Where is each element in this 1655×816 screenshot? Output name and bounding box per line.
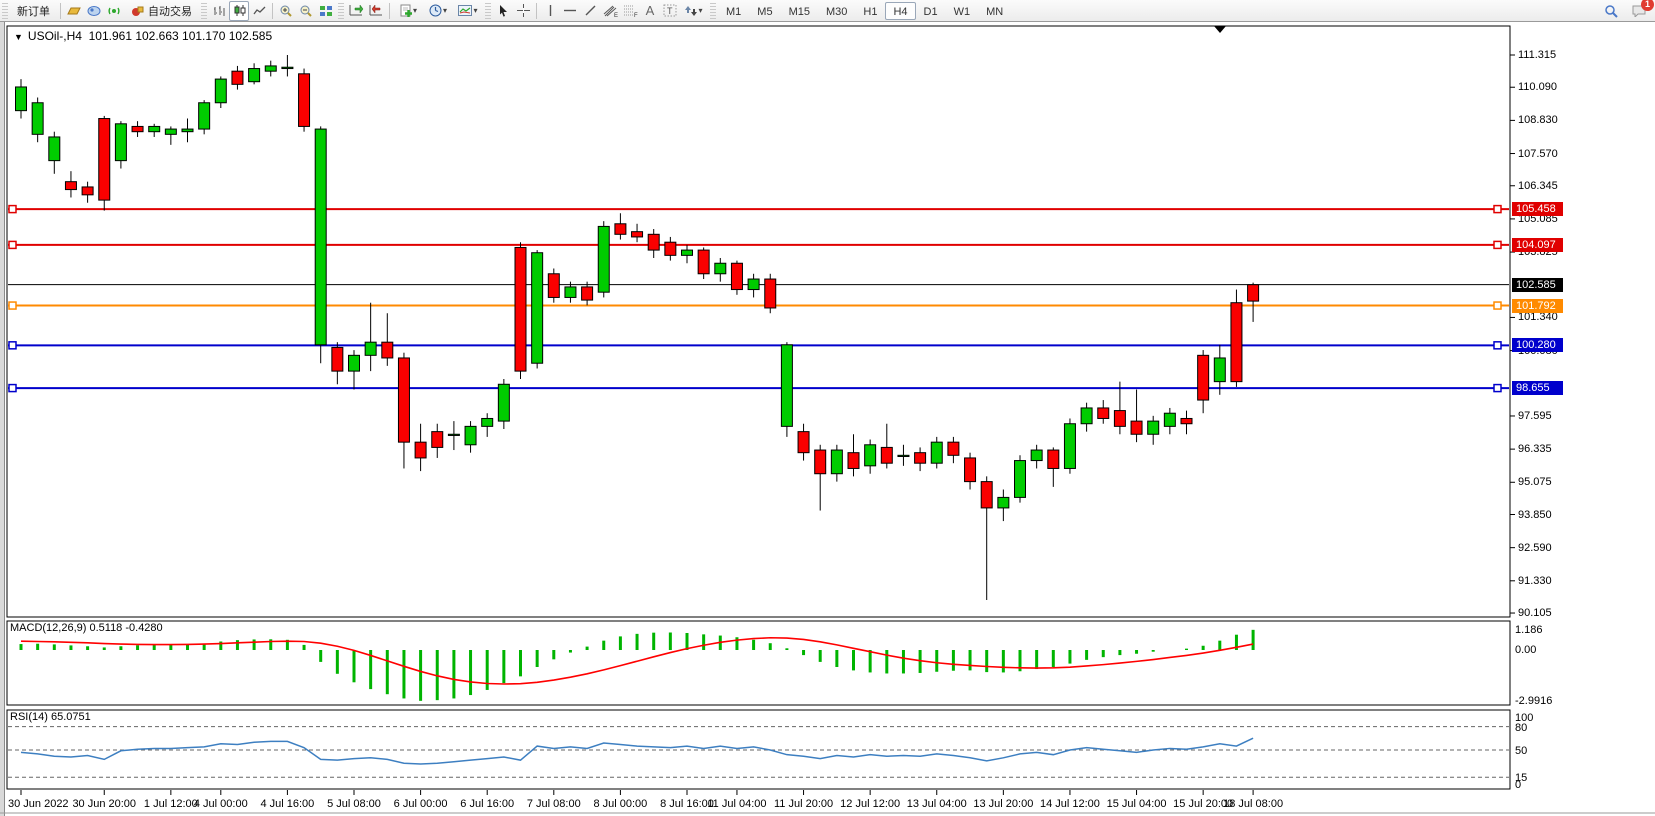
trading-terminal-window: 新订单 自动交易 <box>0 0 1655 816</box>
price-tag: 102.585 <box>1512 278 1563 292</box>
time-tick-label: 7 Jul 08:00 <box>527 798 581 810</box>
time-tick-label: 8 Jul 16:00 <box>660 798 714 810</box>
price-tick-label: 106.345 <box>1518 180 1578 192</box>
chevron-down-icon[interactable]: ▼ <box>14 32 23 42</box>
price-tick-label: 110.090 <box>1518 81 1578 93</box>
chart-symbol-title[interactable]: ▼ USOil-,H4 101.961 102.663 101.170 102.5… <box>14 29 272 43</box>
time-tick-label: 13 Jul 04:00 <box>907 798 967 810</box>
ohlc-values: 101.961 102.663 101.170 102.585 <box>89 29 273 43</box>
price-tag: 98.655 <box>1512 381 1563 395</box>
price-tick-label: 95.075 <box>1518 476 1578 488</box>
price-tick-label: 93.850 <box>1518 509 1578 521</box>
price-tick-label: 111.315 <box>1518 49 1578 61</box>
time-tick-label: 6 Jul 00:00 <box>394 798 448 810</box>
price-tick-label: 97.595 <box>1518 410 1578 422</box>
price-tick-label: 90.105 <box>1518 607 1578 619</box>
price-tag: 104.097 <box>1512 238 1563 252</box>
macd-tick-label: 1.186 <box>1515 624 1543 636</box>
time-tick-label: 14 Jul 12:00 <box>1040 798 1100 810</box>
time-tick-label: 11 Jul 20:00 <box>774 798 833 810</box>
time-tick-label: 4 Jul 16:00 <box>260 798 314 810</box>
rsi-tick-label: 80 <box>1515 722 1527 734</box>
price-tick-label: 108.830 <box>1518 114 1578 126</box>
time-tick-label: 18 Jul 08:00 <box>1223 798 1283 810</box>
time-tick-label: 5 Jul 08:00 <box>327 798 381 810</box>
rsi-indicator-label: RSI(14) 65.0751 <box>10 711 91 723</box>
time-tick-label: 4 Jul 00:00 <box>194 798 248 810</box>
time-tick-label: 1 Jul 12:00 <box>144 798 198 810</box>
price-tick-label: 96.335 <box>1518 443 1578 455</box>
rsi-tick-label: 0 <box>1515 779 1521 791</box>
price-tick-label: 107.570 <box>1518 148 1578 160</box>
time-tick-label: 12 Jul 12:00 <box>840 798 900 810</box>
price-tick-label: 101.340 <box>1518 311 1578 323</box>
symbol-period-label: USOil-,H4 <box>28 29 82 43</box>
price-tick-label: 92.590 <box>1518 542 1578 554</box>
time-tick-label: 13 Jul 20:00 <box>973 798 1033 810</box>
time-tick-label: 6 Jul 16:00 <box>460 798 514 810</box>
time-tick-label: 30 Jun 20:00 <box>72 798 136 810</box>
price-chart-canvas[interactable] <box>0 0 1655 816</box>
price-tag: 101.792 <box>1512 299 1563 313</box>
time-tick-label: 11 Jul 04:00 <box>707 798 766 810</box>
time-tick-label: 15 Jul 04:00 <box>1107 798 1167 810</box>
rsi-tick-label: 50 <box>1515 745 1527 757</box>
price-tick-label: 91.330 <box>1518 575 1578 587</box>
price-tag: 100.280 <box>1512 338 1563 352</box>
time-tick-label: 8 Jul 00:00 <box>593 798 647 810</box>
price-tag: 105.458 <box>1512 202 1563 216</box>
time-tick-label: 30 Jun 2022 <box>8 798 69 810</box>
macd-tick-label: -2.9916 <box>1515 695 1552 707</box>
macd-indicator-label: MACD(12,26,9) 0.5118 -0.4280 <box>10 622 163 634</box>
macd-tick-label: 0.00 <box>1515 644 1536 656</box>
